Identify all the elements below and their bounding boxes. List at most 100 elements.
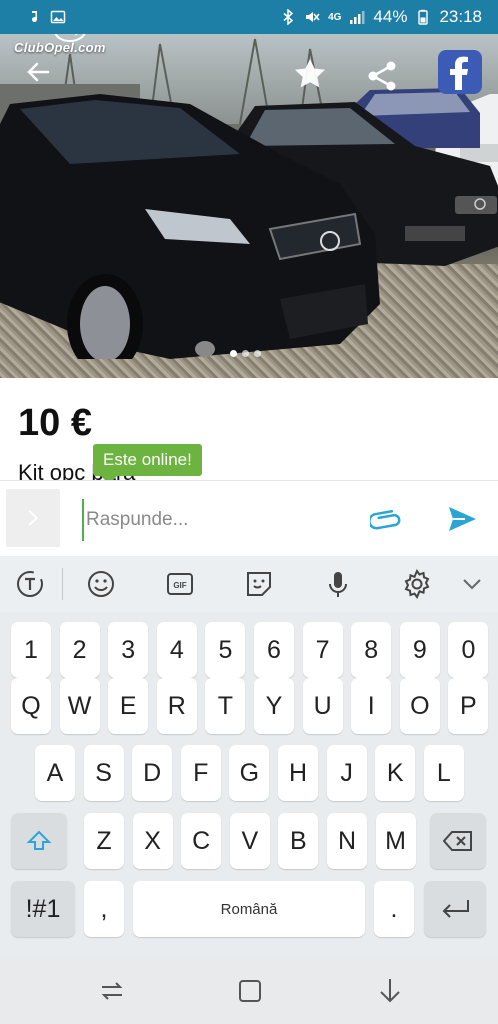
black-opel-vectra-car — [0, 94, 380, 359]
key-y[interactable]: Y — [254, 678, 294, 734]
expand-button[interactable] — [6, 489, 60, 547]
key-w[interactable]: W — [59, 678, 100, 734]
share-icon[interactable] — [364, 58, 400, 94]
star-icon[interactable] — [292, 56, 328, 92]
translate-icon[interactable] — [14, 568, 46, 600]
key-t[interactable]: T — [205, 678, 246, 734]
status-bar: 4G 44% 23:18 — [0, 0, 498, 34]
microphone-glyph — [329, 572, 347, 597]
system-navigation-bar — [0, 958, 498, 1024]
toolbar-divider — [62, 568, 63, 600]
network-type-label: 4G — [328, 11, 342, 23]
key-g[interactable]: G — [229, 745, 270, 801]
key-b[interactable]: B — [278, 813, 319, 869]
back-navigation-icon[interactable] — [374, 975, 406, 1007]
keyboard-toolbar: GIF — [0, 556, 498, 612]
key-o[interactable]: O — [399, 678, 440, 734]
clock: 23:18 — [439, 7, 482, 26]
key-d[interactable]: D — [132, 745, 173, 801]
key-k[interactable]: K — [375, 745, 416, 801]
key-p[interactable]: P — [448, 678, 489, 734]
key-z[interactable]: Z — [84, 813, 124, 869]
key-4[interactable]: 4 — [156, 622, 197, 678]
period-key[interactable]: . — [374, 881, 414, 937]
gif-glyph: GIF — [167, 573, 193, 595]
translate-glyph — [17, 571, 43, 597]
music-note-icon — [32, 11, 37, 22]
gear-glyph — [404, 568, 430, 599]
home-icon[interactable] — [234, 975, 266, 1007]
recent-apps-icon[interactable] — [96, 975, 128, 1007]
chevron-right-icon — [28, 510, 39, 526]
svg-text:GIF: GIF — [173, 581, 186, 590]
key-2[interactable]: 2 — [59, 622, 100, 678]
backspace-icon — [443, 831, 472, 851]
comma-key[interactable]: , — [84, 881, 124, 937]
key-0[interactable]: 0 — [448, 622, 489, 678]
key-h[interactable]: H — [278, 745, 318, 801]
send-icon[interactable] — [446, 503, 478, 535]
reply-bar — [0, 480, 498, 557]
key-e[interactable]: E — [108, 678, 149, 734]
bluetooth-icon — [283, 9, 294, 25]
facebook-f-glyph — [450, 56, 468, 90]
key-5[interactable]: 5 — [205, 622, 246, 678]
key-7[interactable]: 7 — [302, 622, 343, 678]
key-3[interactable]: 3 — [108, 622, 149, 678]
backspace-key[interactable] — [430, 813, 486, 869]
chevron-down-icon[interactable] — [456, 568, 488, 600]
key-n[interactable]: N — [327, 813, 367, 869]
gear-icon[interactable] — [401, 568, 433, 600]
key-1[interactable]: 1 — [11, 622, 51, 678]
key-a[interactable]: A — [35, 745, 75, 801]
key-c[interactable]: C — [181, 813, 222, 869]
smiley-glyph — [88, 571, 114, 597]
key-j[interactable]: J — [326, 745, 367, 801]
page-dot — [242, 350, 249, 357]
notification-icons — [0, 9, 66, 25]
key-i[interactable]: I — [351, 678, 392, 734]
page-dot-active — [230, 350, 237, 357]
key-9[interactable]: 9 — [399, 622, 440, 678]
key-8[interactable]: 8 — [351, 622, 392, 678]
key-u[interactable]: U — [302, 678, 343, 734]
key-x[interactable]: X — [132, 813, 173, 869]
reply-input[interactable] — [82, 499, 348, 541]
gif-icon[interactable]: GIF — [164, 568, 196, 600]
key-q[interactable]: Q — [11, 678, 51, 734]
key-f[interactable]: F — [180, 745, 221, 801]
paperclip-icon[interactable] — [370, 503, 404, 537]
photo-page-indicator — [230, 350, 261, 357]
battery-percentage: 44% — [373, 7, 408, 26]
microphone-icon[interactable] — [322, 568, 354, 600]
facebook-icon[interactable] — [438, 50, 482, 94]
system-status: 4G 44% 23:18 — [280, 0, 482, 34]
shift-arrow-icon — [26, 830, 52, 850]
symbols-key[interactable]: !#1 — [11, 881, 75, 937]
online-status-tooltip: Este online! — [93, 444, 202, 484]
image-icon — [50, 10, 66, 24]
sticker-icon[interactable] — [243, 568, 275, 600]
arrow-left-icon[interactable] — [22, 56, 54, 88]
key-r[interactable]: R — [156, 678, 197, 734]
listing-photo-gallery[interactable]: ClubOpel.com — [0, 34, 498, 378]
chevron-down-glyph — [463, 579, 481, 590]
sticker-glyph — [247, 572, 271, 596]
key-m[interactable]: M — [375, 813, 416, 869]
listing-price: 10 € — [18, 402, 92, 444]
key-v[interactable]: V — [229, 813, 270, 869]
enter-key[interactable] — [424, 881, 486, 937]
key-6[interactable]: 6 — [254, 622, 294, 678]
opel-logo-ring — [54, 34, 86, 42]
battery-icon — [418, 9, 429, 25]
signal-strength-icon — [350, 11, 365, 24]
onscreen-keyboard: GIF 1234567890 QWERTYUIOP ASDFGHJKL ZXCVBNM… — [0, 556, 498, 958]
shift-key[interactable] — [11, 813, 67, 869]
space-key[interactable]: Română — [133, 881, 365, 937]
key-s[interactable]: S — [83, 745, 124, 801]
enter-icon — [442, 900, 469, 918]
listing-title: Kit opc bara — [18, 460, 136, 480]
key-l[interactable]: L — [423, 745, 464, 801]
emoji-icon[interactable] — [85, 568, 117, 600]
page-dot — [254, 350, 261, 357]
